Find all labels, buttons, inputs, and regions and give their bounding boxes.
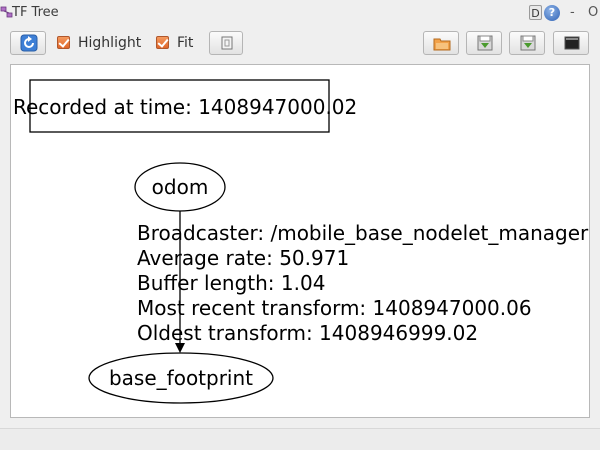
dock-button[interactable]: D bbox=[529, 5, 542, 20]
highlight-checkbox[interactable] bbox=[57, 36, 70, 49]
help-icon[interactable]: ? bbox=[544, 5, 560, 21]
save-dot-button[interactable] bbox=[466, 31, 502, 55]
edge-broadcaster: Broadcaster: /mobile_base_nodelet_manage… bbox=[137, 221, 589, 245]
window-title: TF Tree bbox=[12, 5, 59, 20]
minimize-button[interactable]: - bbox=[570, 5, 575, 20]
fit-label: Fit bbox=[177, 35, 194, 51]
node-odom-label: odom bbox=[152, 175, 209, 199]
highlight-label: Highlight bbox=[78, 35, 142, 51]
open-button[interactable] bbox=[423, 31, 459, 55]
toolbar: Highlight Fit bbox=[0, 26, 600, 62]
refresh-icon bbox=[20, 34, 38, 52]
tf-tree-window: TF Tree D ? - O Highlight Fit Recorded a… bbox=[0, 0, 600, 450]
square-icon bbox=[221, 36, 233, 50]
refresh-button[interactable] bbox=[10, 31, 46, 55]
node-base-footprint-label: base_footprint bbox=[109, 366, 253, 390]
save-icon bbox=[477, 35, 493, 51]
edge-average-rate: Average rate: 50.971 bbox=[137, 246, 349, 270]
save-svg-button[interactable] bbox=[553, 31, 589, 55]
status-bar bbox=[0, 428, 600, 450]
restore-button[interactable]: O bbox=[588, 5, 598, 20]
edge-most-recent: Most recent transform: 1408947000.06 bbox=[137, 296, 532, 320]
recorded-time-label: Recorded at time: 1408947000.02 bbox=[13, 95, 357, 119]
save-image-button[interactable] bbox=[509, 31, 545, 55]
open-folder-icon bbox=[433, 38, 451, 51]
edge-oldest: Oldest transform: 1408946999.02 bbox=[137, 321, 478, 345]
tf-graph: Recorded at time: 1408947000.02 odom Bro… bbox=[13, 79, 589, 404]
screenshot-icon bbox=[564, 36, 580, 50]
title-bar: TF Tree D ? - O bbox=[0, 0, 600, 26]
fit-checkbox[interactable] bbox=[156, 36, 169, 49]
save-as-icon bbox=[520, 35, 536, 51]
reset-zoom-button[interactable] bbox=[209, 31, 243, 55]
graph-canvas[interactable]: Recorded at time: 1408947000.02 odom Bro… bbox=[10, 64, 590, 418]
edge-buffer-length: Buffer length: 1.04 bbox=[137, 271, 325, 295]
